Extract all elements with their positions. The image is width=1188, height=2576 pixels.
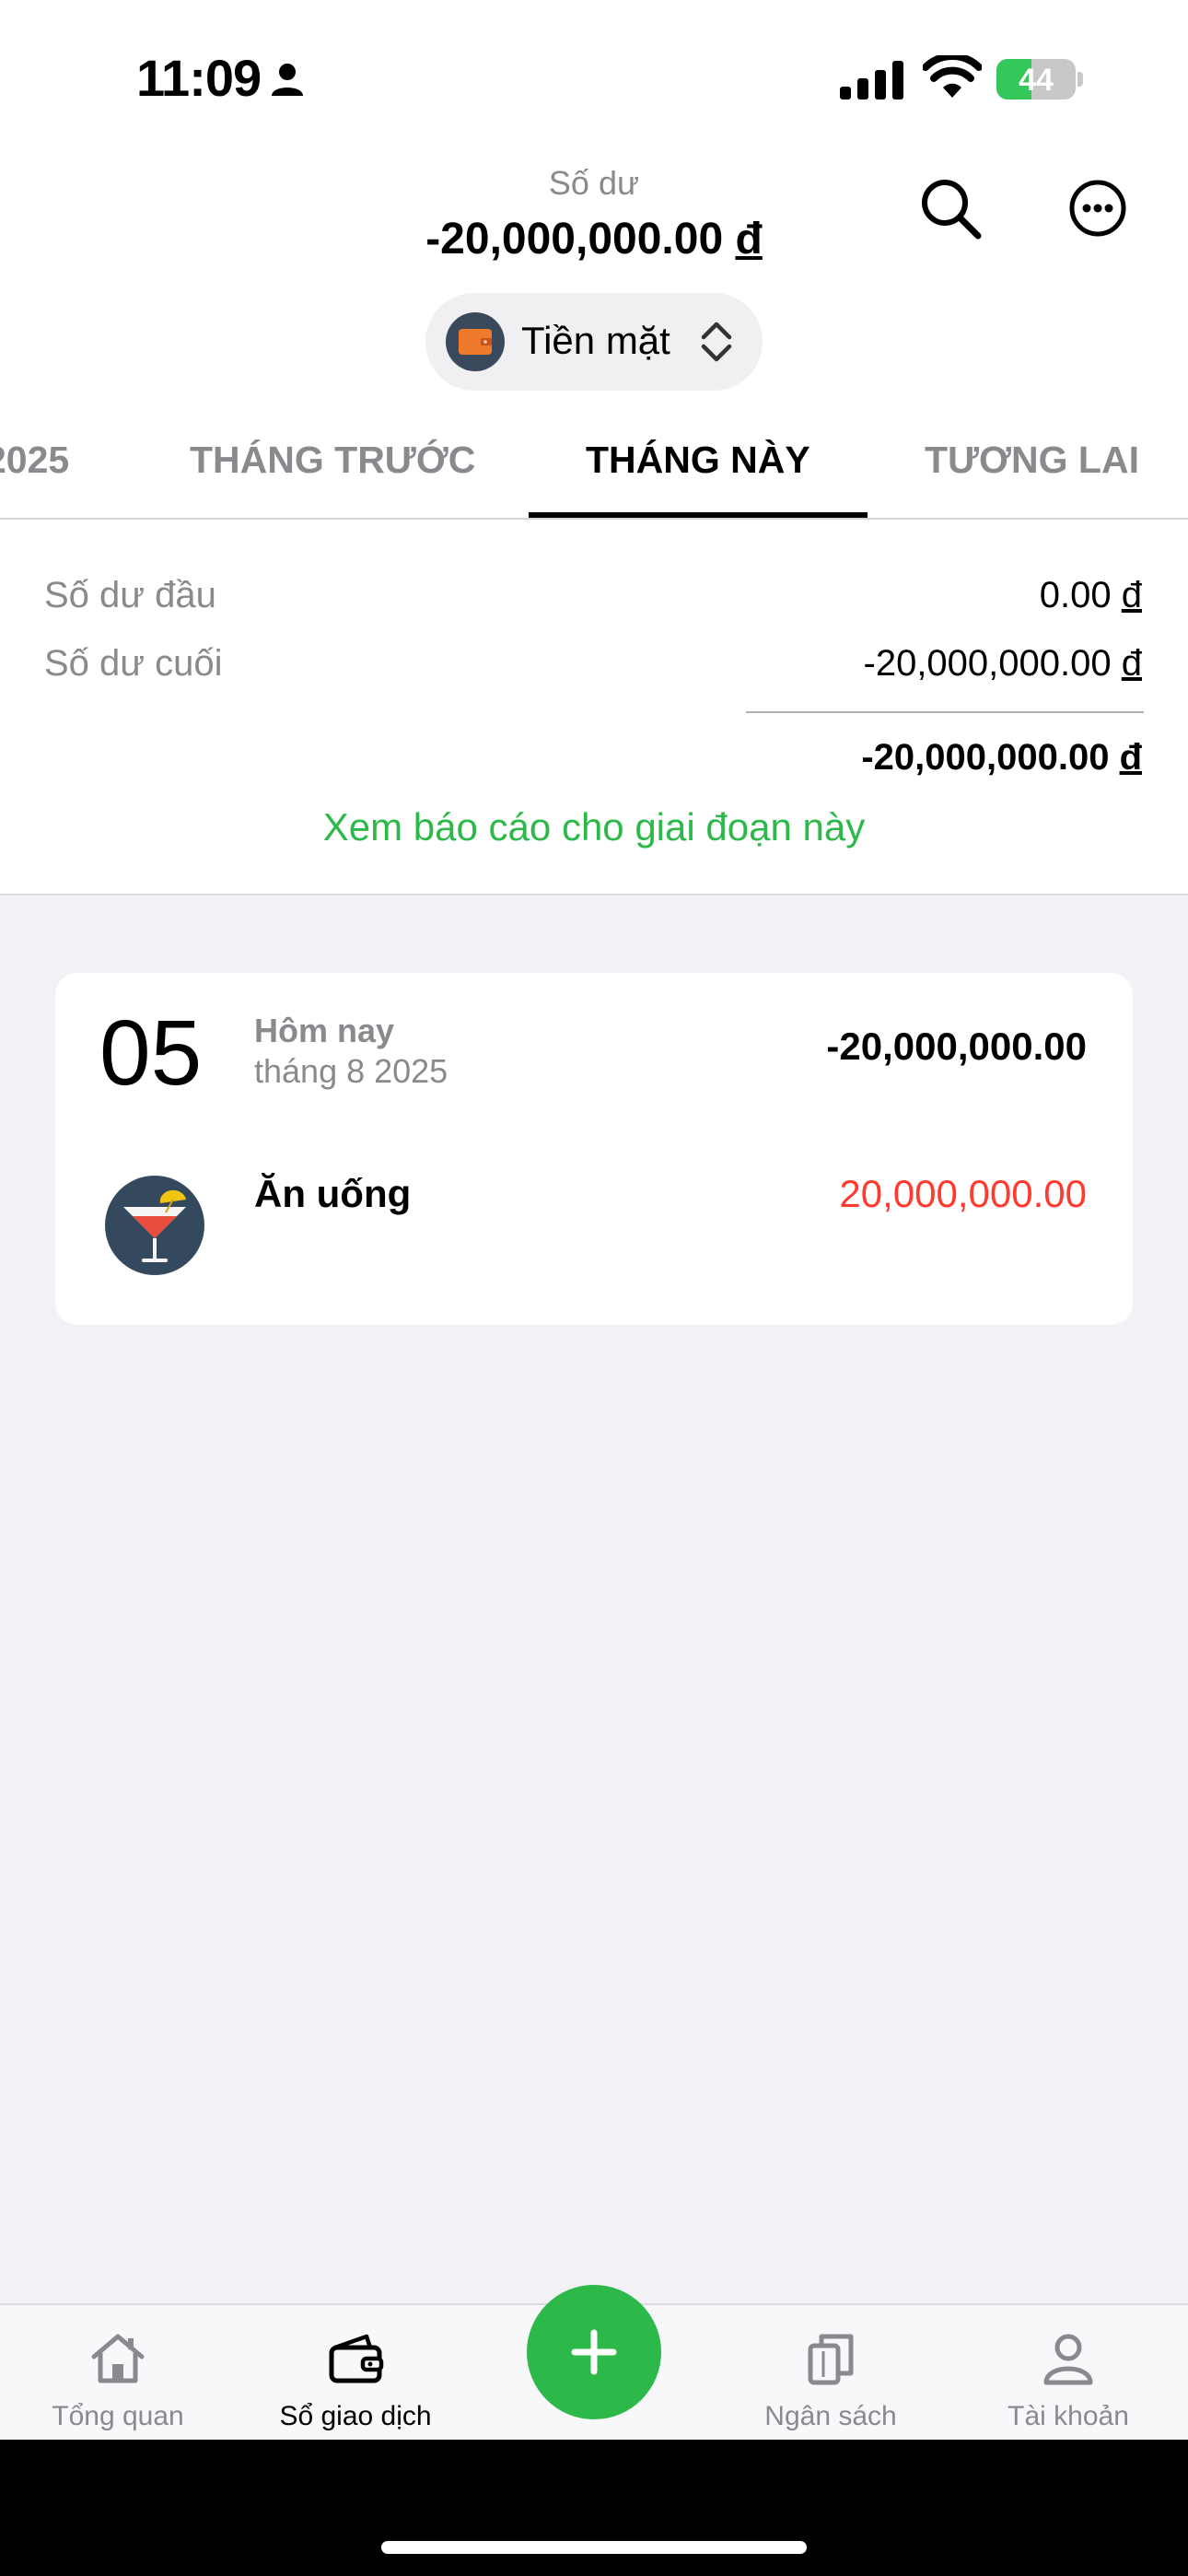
- transactions-screen: 11:09 44 Số dư -20,000,000.00 đ Tiền mặt…: [0, 0, 1188, 2576]
- nav-label-account: Tài khoản: [1007, 2401, 1129, 2431]
- day-group-card[interactable]: 05 Hôm nay tháng 8 2025 -20,000,000.00 Ă…: [55, 973, 1133, 1325]
- search-icon[interactable]: [917, 175, 984, 241]
- nav-overview[interactable]: Tổng quan: [17, 2305, 219, 2441]
- battery-body: 44: [996, 59, 1076, 100]
- balance-value: -20,000,000.00: [425, 215, 724, 263]
- closing-balance-label: Số dư cuối: [44, 643, 223, 684]
- tab-this-month[interactable]: THÁNG NÀY: [586, 439, 810, 482]
- battery-percent: 44: [1019, 63, 1054, 98]
- opening-balance-currency: đ: [1121, 575, 1142, 615]
- day-label: Hôm nay: [254, 1012, 395, 1049]
- more-options-icon[interactable]: [1068, 179, 1127, 238]
- plus-icon: [571, 2329, 617, 2375]
- nav-transactions[interactable]: Sổ giao dịch: [254, 2305, 457, 2441]
- month-year-label: tháng 8 2025: [254, 1052, 448, 1090]
- net-total-value: -20,000,000.00 đ: [861, 737, 1142, 779]
- view-report-link[interactable]: Xem báo cáo cho giai đoạn này: [0, 805, 1188, 849]
- balance-amount: -20,000,000.00 đ: [0, 214, 1188, 264]
- status-time: 11:09: [136, 49, 262, 107]
- wallet-name: Tiền mặt: [521, 319, 670, 362]
- wallet-icon: [446, 312, 505, 371]
- balance-currency: đ: [735, 215, 763, 263]
- battery-cap: [1077, 72, 1083, 87]
- day-number: 05: [99, 1001, 203, 1105]
- closing-balance-amount: -20,000,000.00: [863, 643, 1112, 684]
- net-total-currency: đ: [1119, 737, 1142, 778]
- active-tab-indicator: [529, 512, 868, 518]
- wallet-icon: [329, 2334, 384, 2383]
- balance-caption: Số dư: [548, 164, 640, 202]
- nav-budget[interactable]: Ngân sách: [729, 2305, 932, 2441]
- opening-balance-value: 0.00 đ: [1040, 575, 1142, 616]
- add-transaction-button[interactable]: [527, 2285, 661, 2419]
- net-total-amount: -20,000,000.00: [861, 737, 1110, 778]
- tab-previous-period[interactable]: 2025: [0, 439, 69, 482]
- home-indicator-area: [0, 2440, 1188, 2576]
- home-icon: [91, 2334, 145, 2383]
- day-total: -20,000,000.00: [826, 1025, 1087, 1068]
- person-icon: [272, 64, 303, 96]
- nav-label-budget: Ngân sách: [764, 2401, 897, 2431]
- nav-account[interactable]: Tài khoản: [967, 2305, 1170, 2441]
- nav-label-overview: Tổng quan: [52, 2401, 184, 2431]
- period-tabs: 2025 THÁNG TRƯỚC THÁNG NÀY TƯƠNG LAI: [0, 415, 1188, 520]
- tab-future[interactable]: TƯƠNG LAI: [925, 439, 1139, 482]
- tab-last-month[interactable]: THÁNG TRƯỚC: [190, 439, 475, 482]
- budget-icon: [808, 2334, 854, 2385]
- chevron-up-down-icon: [701, 322, 732, 362]
- category-name: Ăn uống: [254, 1172, 412, 1215]
- nav-label-transactions: Sổ giao dịch: [279, 2401, 432, 2431]
- cellular-signal-icon: [840, 61, 903, 100]
- opening-balance-amount: 0.00: [1039, 575, 1112, 615]
- summary-divider: [746, 711, 1144, 713]
- account-icon: [1043, 2334, 1093, 2385]
- home-indicator[interactable]: [381, 2541, 807, 2554]
- closing-balance-value: -20,000,000.00 đ: [864, 643, 1143, 685]
- status-bar: 11:09 44: [0, 0, 1188, 157]
- wallet-selector[interactable]: Tiền mặt: [425, 293, 763, 391]
- opening-balance-label: Số dư đầu: [44, 575, 216, 615]
- transaction-amount: 20,000,000.00: [839, 1172, 1087, 1215]
- cocktail-icon: [105, 1176, 204, 1275]
- closing-balance-currency: đ: [1121, 643, 1142, 684]
- wifi-icon: [923, 55, 982, 98]
- battery-indicator: 44: [996, 59, 1085, 100]
